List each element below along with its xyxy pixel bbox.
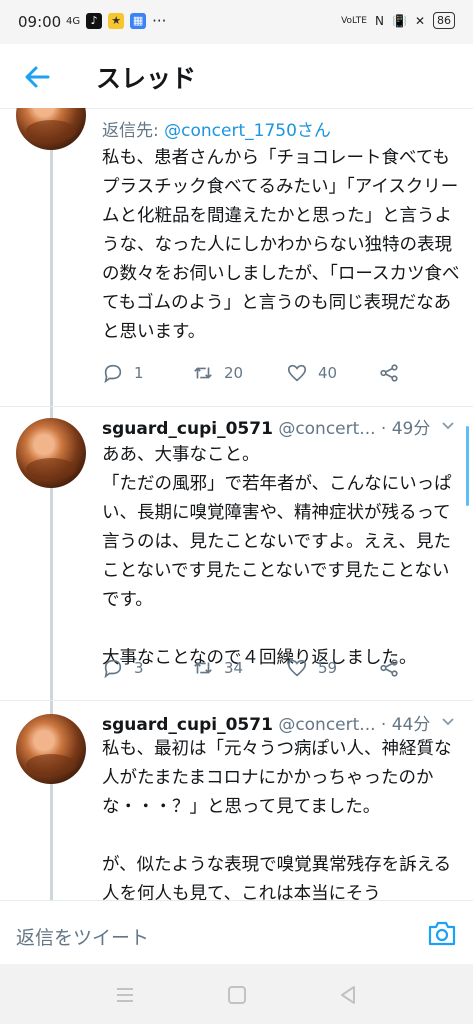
reply-icon <box>104 659 122 679</box>
back-nav-icon[interactable] <box>337 984 359 1006</box>
volte-label: VoLTE <box>341 15 367 26</box>
avatar[interactable] <box>16 714 86 784</box>
thread-connector <box>50 462 53 716</box>
chevron-down-icon[interactable] <box>441 419 455 433</box>
reply-count: 3 <box>134 659 144 677</box>
tweet-header: sguard_cupi_0571 @concert... · 44分 <box>102 710 457 735</box>
avatar[interactable] <box>16 108 86 150</box>
thread-connector <box>50 784 53 900</box>
user-name[interactable]: sguard_cupi_0571 <box>102 715 273 735</box>
user-handle[interactable]: @concert... <box>278 419 375 439</box>
page-title: スレッド <box>96 64 197 93</box>
tiktok-icon: ♪ <box>86 13 103 29</box>
status-time: 09:00 <box>18 13 62 31</box>
network-label: 4G <box>66 15 81 27</box>
share-icon <box>380 659 398 677</box>
tweet-text: 私も、最初は「元々うつ病ぽい人、神経質な人がたまたまコロナにかかっちゃったのかな… <box>102 739 452 900</box>
back-button[interactable] <box>22 62 52 92</box>
reply-input[interactable]: 返信をツイート <box>16 923 149 950</box>
user-handle[interactable]: @concert... <box>278 715 375 735</box>
reply-icon <box>104 364 122 384</box>
retweet-count: 20 <box>224 364 244 382</box>
tweet-divider <box>0 700 473 701</box>
battery-indicator: 86 <box>433 12 455 29</box>
retweet-icon <box>194 662 212 674</box>
retweet-button[interactable]: 34 <box>192 657 243 679</box>
notification-app-icon: ★ <box>108 13 125 29</box>
tweet-text: 私も、患者さんから「チョコレート食べてもプラスチック食べてるみたい」「アイスクリ… <box>102 148 460 342</box>
reply-button[interactable]: 1 <box>102 362 144 384</box>
share-button[interactable] <box>378 657 400 679</box>
scrollbar[interactable] <box>466 426 469 506</box>
reply-to-line: 返信先: @concert_1750さん <box>102 121 331 141</box>
status-bar: 09:00 4G ♪ ★ ▦ ··· VoLTE N 📳 ✕ 86 <box>0 0 473 44</box>
heart-icon <box>287 659 307 677</box>
share-button[interactable] <box>378 362 400 384</box>
camera-button[interactable] <box>427 919 457 947</box>
reply-composer[interactable]: 返信をツイート <box>0 900 473 965</box>
heart-icon <box>287 364 307 382</box>
user-name[interactable]: sguard_cupi_0571 <box>102 419 273 439</box>
reply-button[interactable]: 3 <box>102 657 144 679</box>
menu-icon[interactable] <box>114 984 136 1006</box>
chevron-down-icon[interactable] <box>441 715 455 729</box>
reply-count: 1 <box>134 364 144 382</box>
system-nav-bar <box>0 964 473 1024</box>
thread-connector <box>50 148 53 418</box>
tweet-time: · 49分 <box>380 419 431 439</box>
like-button[interactable]: 59 <box>286 657 337 679</box>
tweet-actions: 3 34 59 <box>102 657 422 687</box>
tweet-divider <box>0 406 473 407</box>
camera-icon <box>428 921 456 946</box>
wifi-off-icon: ✕ <box>414 13 425 28</box>
more-notifications-icon: ··· <box>152 12 167 30</box>
thread-list[interactable]: 返信先: @concert_1750さん 私も、患者さんから「チョコレート食べて… <box>0 108 473 900</box>
like-count: 40 <box>318 364 338 382</box>
tweet-text: ああ、大事なこと。 「ただの風邪」で若年者が、こんなにいっぱい、長期に嗅覚障害や… <box>102 445 452 668</box>
tweet-actions: 1 20 40 <box>102 362 422 392</box>
nfc-icon: N <box>375 13 384 28</box>
tweet-time: · 44分 <box>380 715 431 735</box>
like-button[interactable]: 40 <box>286 362 337 384</box>
share-icon <box>380 364 398 382</box>
home-icon[interactable] <box>226 984 248 1006</box>
avatar[interactable] <box>16 418 86 488</box>
reply-to-handle[interactable]: @concert_1750さん <box>164 121 331 141</box>
arrow-left-icon <box>25 66 50 88</box>
calendar-app-icon: ▦ <box>130 13 147 29</box>
tweet-header: sguard_cupi_0571 @concert... · 49分 <box>102 414 457 439</box>
retweet-count: 34 <box>224 659 244 677</box>
app-bar: スレッド <box>0 44 473 109</box>
vibrate-icon: 📳 <box>391 13 407 28</box>
retweet-button[interactable]: 20 <box>192 362 243 384</box>
like-count: 59 <box>318 659 338 677</box>
retweet-icon <box>194 367 212 379</box>
